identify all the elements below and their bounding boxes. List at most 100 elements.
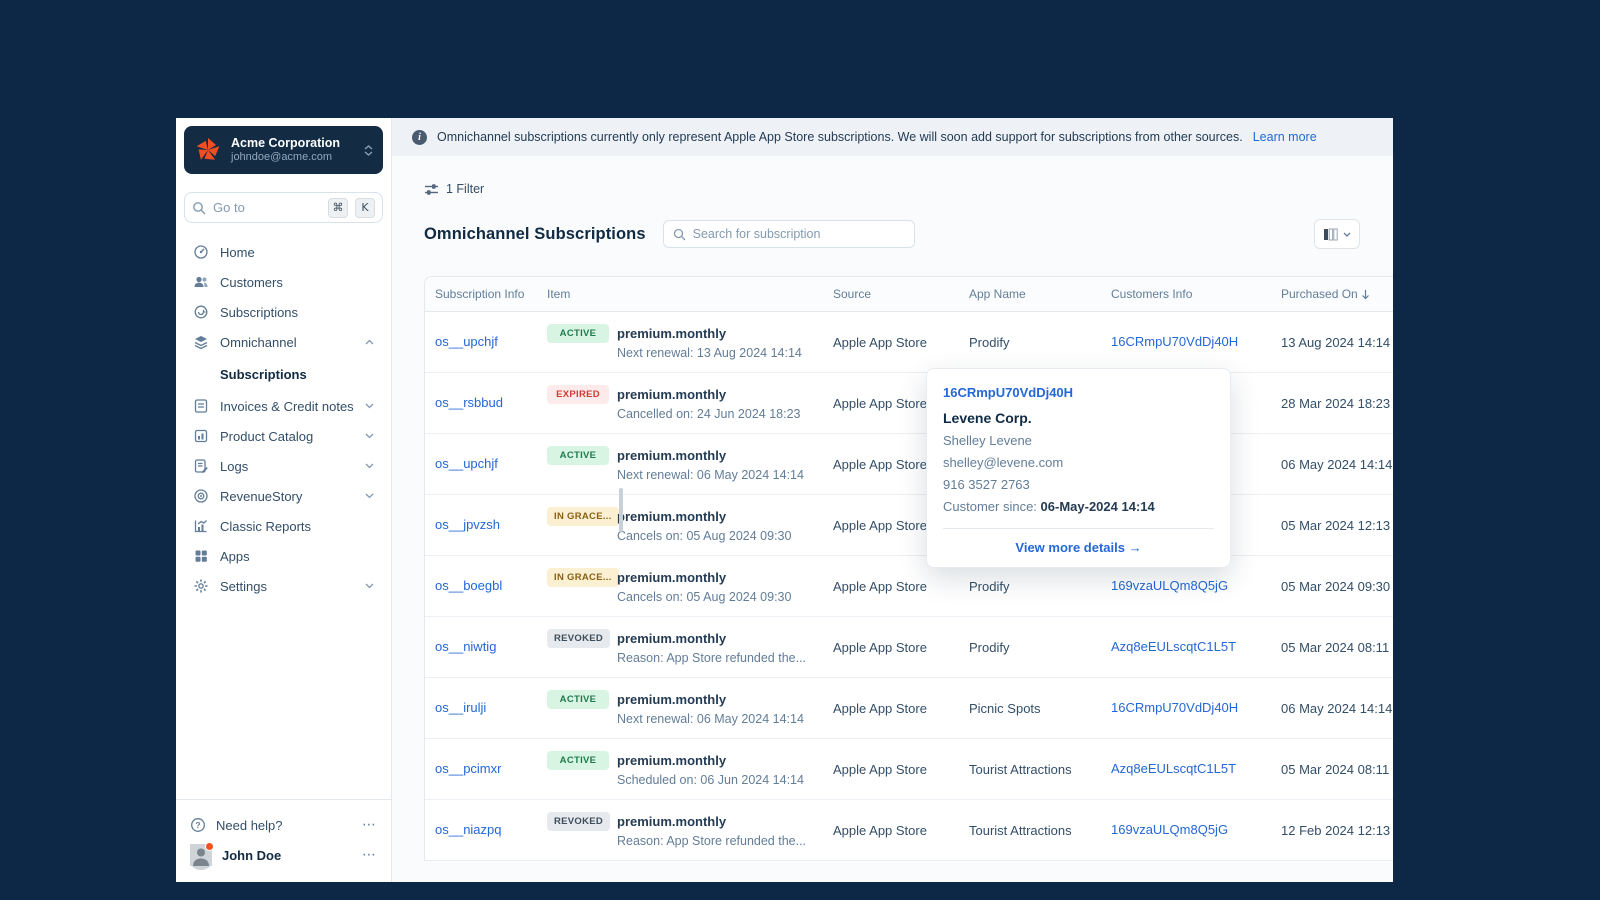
sidebar-item-revenuestory[interactable]: RevenueStory <box>184 481 383 511</box>
table-row[interactable]: os__rsbbud EXPIRED premium.monthly Cance… <box>425 373 1393 434</box>
purchased-on-cell: 28 Mar 2024 18:23 <box>1281 395 1391 411</box>
popover-customer-id-link[interactable]: 16CRmpU70VdDj40H <box>943 385 1073 400</box>
chevron-down-icon <box>365 493 374 499</box>
sidebar-item-customers[interactable]: Customers <box>184 267 383 297</box>
subscription-id-link[interactable]: os__jpvzsh <box>435 517 500 532</box>
sidebar-item-settings[interactable]: Settings <box>184 571 383 601</box>
item-name: premium.monthly <box>617 814 727 829</box>
sidebar-item-subscriptions[interactable]: Subscriptions <box>184 297 383 327</box>
status-badge: REVOKED <box>547 629 611 648</box>
purchased-on-cell: 05 Mar 2024 08:11 <box>1281 761 1390 777</box>
table-row[interactable]: os__irulji ACTIVE premium.monthly Next r… <box>425 678 1393 739</box>
chevron-down-icon <box>365 403 374 409</box>
subscription-id-link[interactable]: os__boegbl <box>435 578 502 593</box>
app-name-cell: Tourist Attractions <box>969 822 1072 838</box>
learn-more-link[interactable]: Learn more <box>1253 130 1317 144</box>
user-more-icon[interactable]: ⋯ <box>362 847 377 863</box>
table-row[interactable]: os__jpvzsh IN GRACE... premium.monthly C… <box>425 495 1393 556</box>
sidebar-item-home[interactable]: Home <box>184 237 383 267</box>
goto-placeholder: Go to <box>213 200 245 215</box>
sidebar: Acme Corporation johndoe@acme.com Go to … <box>176 118 392 882</box>
org-switcher[interactable]: Acme Corporation johndoe@acme.com <box>184 126 383 174</box>
scrollbar-thumb[interactable] <box>619 488 623 532</box>
title-row: Omnichannel Subscriptions Search for sub… <box>424 219 1393 249</box>
item-name: premium.monthly <box>617 753 727 768</box>
notification-dot <box>205 842 214 851</box>
column-header-purchased-on[interactable]: Purchased On <box>1281 287 1393 301</box>
table-row[interactable]: os__pcimxr ACTIVE premium.monthly Schedu… <box>425 739 1393 800</box>
popover-contact-name: Shelley Levene <box>943 433 1032 448</box>
cmd-key-badge: ⌘ <box>328 197 348 218</box>
k-key-badge: K <box>355 197 375 218</box>
table-row[interactable]: os__upchjf ACTIVE premium.monthly Next r… <box>425 434 1393 495</box>
column-header-app-name: App Name <box>969 287 1026 301</box>
column-header-subscription-info: Subscription Info <box>435 287 525 301</box>
org-texts: Acme Corporation johndoe@acme.com <box>231 136 355 164</box>
customer-id-link[interactable]: 16CRmpU70VdDj40H <box>1111 700 1238 715</box>
subscription-id-link[interactable]: os__upchjf <box>435 334 498 349</box>
purchased-on-cell: 06 May 2024 14:14 <box>1281 456 1393 472</box>
item-name: premium.monthly <box>617 326 727 341</box>
help-headset-icon: ? <box>191 818 205 832</box>
sidebar-item-logs[interactable]: Logs <box>184 451 383 481</box>
subscription-id-link[interactable]: os__upchjf <box>435 456 498 471</box>
customer-id-link[interactable]: 16CRmpU70VdDj40H <box>1111 334 1238 349</box>
user-item[interactable]: John Doe ⋯ <box>190 840 377 870</box>
sidebar-item-omnichannel[interactable]: Omnichannel <box>184 327 383 357</box>
search-icon <box>193 201 206 214</box>
subscription-id-link[interactable]: os__rsbbud <box>435 395 503 410</box>
source-cell: Apple App Store <box>833 761 927 777</box>
subscription-id-link[interactable]: os__niazpq <box>435 822 502 837</box>
goto-search-input[interactable]: Go to ⌘ K <box>184 192 383 223</box>
sidebar-item-product-catalog[interactable]: Product Catalog <box>184 421 383 451</box>
need-help-label: Need help? <box>216 817 283 833</box>
customer-id-link[interactable]: Azq8eEULscqtC1L5T <box>1111 761 1236 776</box>
customer-id-link[interactable]: 169vzaULQm8Q5jG <box>1111 822 1228 837</box>
item-cell: REVOKED premium.monthly Reason: App Stor… <box>547 629 833 665</box>
column-settings-button[interactable] <box>1314 219 1360 249</box>
search-icon <box>673 228 686 240</box>
user-name: John Doe <box>222 847 282 863</box>
chevron-down-icon <box>1343 232 1351 237</box>
need-help-item[interactable]: ? Need help? ⋯ <box>190 810 377 840</box>
item-cell: IN GRACE... premium.monthly Cancels on: … <box>547 568 833 604</box>
subscription-id-link[interactable]: os__pcimxr <box>435 761 501 776</box>
app-name-cell: Tourist Attractions <box>969 761 1072 777</box>
item-cell: ACTIVE premium.monthly Next renewal: 13 … <box>547 324 833 360</box>
sidebar-item-classic-reports[interactable]: Classic Reports <box>184 511 383 541</box>
sidebar-subitem-subscriptions[interactable]: Subscriptions <box>184 357 383 391</box>
app-name-cell: Prodify <box>969 334 1010 350</box>
popover-company: Levene Corp. <box>943 410 1032 426</box>
purchased-on-cell: 12 Feb 2024 12:13 <box>1281 822 1391 838</box>
brand-logo-icon <box>196 138 220 160</box>
subscription-id-link[interactable]: os__irulji <box>435 700 486 715</box>
sidebar-item-apps[interactable]: Apps <box>184 541 383 571</box>
item-cell: ACTIVE premium.monthly Scheduled on: 06 … <box>547 751 833 787</box>
customer-id-link[interactable]: 169vzaULQm8Q5jG <box>1111 578 1228 593</box>
avatar <box>190 842 214 870</box>
app-name-cell: Picnic Spots <box>969 700 1041 716</box>
item-subtext: Next renewal: 06 May 2024 14:14 <box>617 712 804 726</box>
item-name: premium.monthly <box>617 509 727 524</box>
help-more-icon[interactable]: ⋯ <box>362 817 377 833</box>
reports-icon <box>193 518 209 534</box>
sidebar-item-invoices-credit-notes[interactable]: Invoices & Credit notes <box>184 391 383 421</box>
popover-customer-since: Customer since: 06-May-2024 14:14 <box>943 499 1155 514</box>
view-more-details-link[interactable]: View more details → <box>943 540 1214 555</box>
filter-bar[interactable]: 1 Filter <box>424 182 1393 196</box>
table-row[interactable]: os__niwtig REVOKED premium.monthly Reaso… <box>425 617 1393 678</box>
table-row[interactable]: os__boegbl IN GRACE... premium.monthly C… <box>425 556 1393 617</box>
subscription-search-input[interactable]: Search for subscription <box>662 220 915 248</box>
chevron-down-icon <box>365 583 374 589</box>
svg-text:?: ? <box>195 820 200 830</box>
table-row[interactable]: os__upchjf ACTIVE premium.monthly Next r… <box>425 312 1393 373</box>
table-row[interactable]: os__niazpq REVOKED premium.monthly Reaso… <box>425 800 1393 861</box>
customer-id-link[interactable]: Azq8eEULscqtC1L5T <box>1111 639 1236 654</box>
subscription-id-link[interactable]: os__niwtig <box>435 639 496 654</box>
source-cell: Apple App Store <box>833 822 927 838</box>
item-cell: REVOKED premium.monthly Reason: App Stor… <box>547 812 833 848</box>
source-cell: Apple App Store <box>833 334 927 350</box>
revenuestory-icon <box>193 488 209 504</box>
chevron-up-icon <box>365 339 374 345</box>
app-window: Acme Corporation johndoe@acme.com Go to … <box>176 118 1393 882</box>
